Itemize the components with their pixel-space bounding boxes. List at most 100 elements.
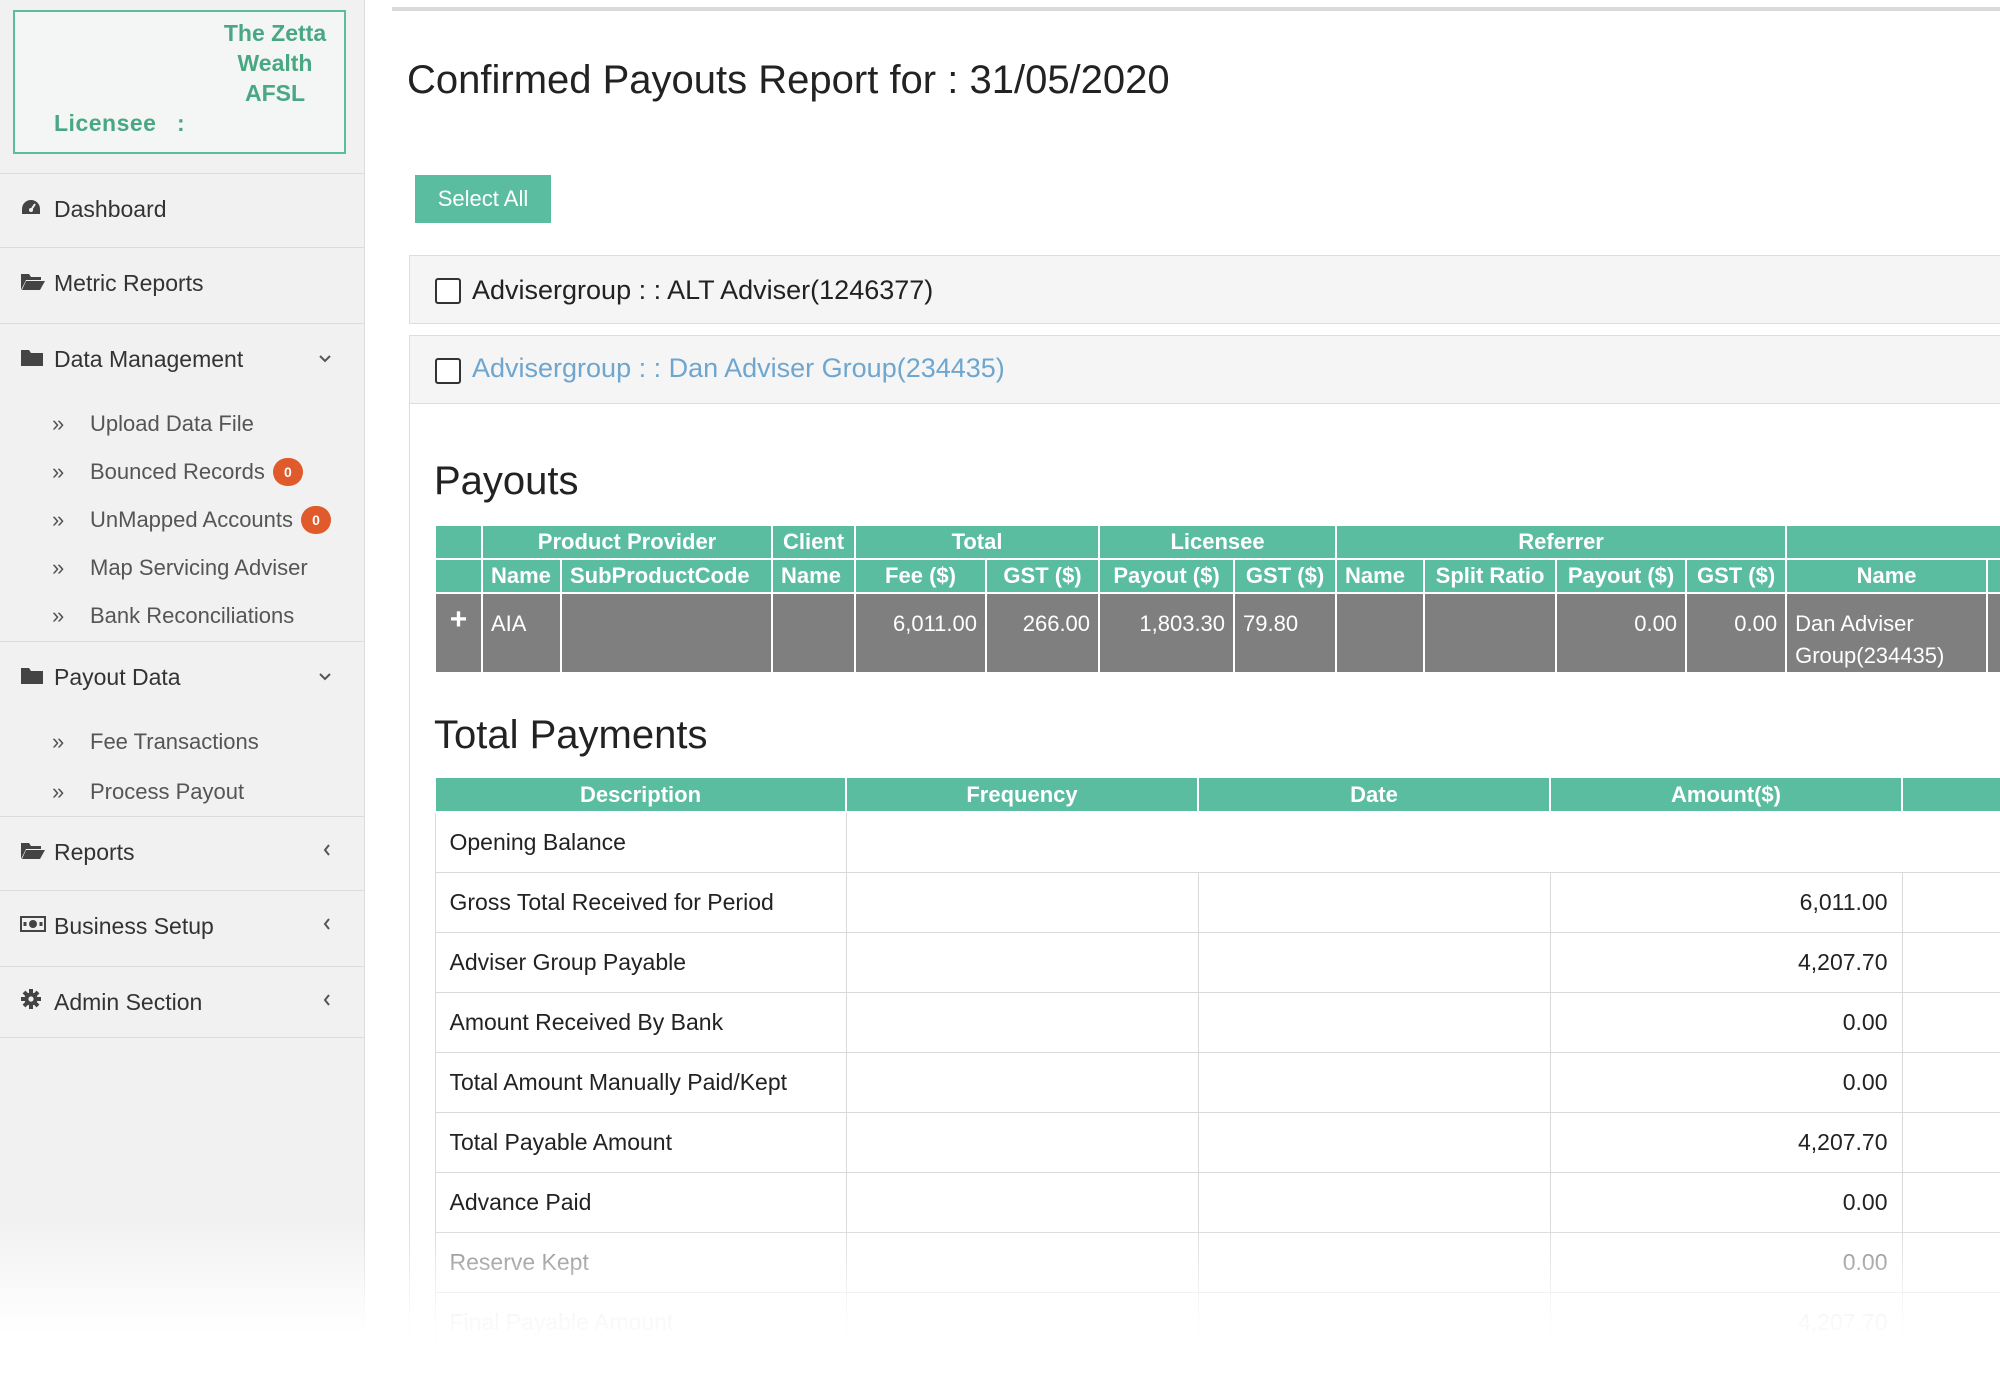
nav-label: Data Management bbox=[54, 346, 244, 372]
sub-bounced-records[interactable]: » Bounced Records 0 bbox=[0, 448, 364, 496]
header-group-total: Total bbox=[854, 524, 1101, 560]
expand-row-button[interactable]: + bbox=[434, 592, 483, 674]
sub-upload-data-file[interactable]: » Upload Data File bbox=[0, 400, 364, 448]
table-row: Final Payable Amount 4,207.70 bbox=[434, 1291, 2000, 1353]
page-title: Confirmed Payouts Report for : 31/05/202… bbox=[407, 58, 1170, 102]
nav-label: Business Setup bbox=[54, 913, 214, 939]
sub-label: Map Servicing Adviser bbox=[90, 555, 308, 580]
table-cell bbox=[1901, 1051, 2000, 1113]
provider-name-cell: AIA bbox=[481, 592, 562, 674]
table-cell bbox=[1901, 1171, 2000, 1233]
description-cell: Amount Received By Bank bbox=[434, 991, 847, 1053]
header-group-licensee: Licensee bbox=[1098, 524, 1338, 560]
sub-label: Process Payout bbox=[90, 779, 245, 804]
count-badge: 0 bbox=[272, 458, 303, 486]
gear-icon bbox=[20, 988, 46, 1016]
column-header: Name bbox=[1335, 558, 1426, 594]
table-row: Advance Paid 0.00 bbox=[434, 1171, 2000, 1233]
description-cell: Total Payable Amount bbox=[434, 1111, 847, 1173]
amount-cell: 4,207.70 bbox=[1549, 1111, 1903, 1173]
select-all-button[interactable]: Select All bbox=[415, 175, 551, 223]
double-chevron-right-icon: » bbox=[52, 555, 65, 580]
column-header: SubProductCode bbox=[559, 558, 774, 594]
chevron-down-icon bbox=[318, 669, 332, 687]
group-checkbox[interactable] bbox=[435, 278, 461, 304]
date-cell bbox=[1197, 1291, 1551, 1353]
double-chevron-right-icon: » bbox=[52, 507, 65, 532]
column-header: GST ($) bbox=[1685, 558, 1788, 594]
column-header: Frequency bbox=[845, 776, 1199, 813]
adviser-group-panel: Advisergroup : : Dan Adviser Group(23443… bbox=[409, 335, 2000, 404]
double-chevron-right-icon: » bbox=[52, 779, 65, 804]
folder-icon bbox=[20, 347, 46, 373]
payouts-table: Product Provider Client Total Licensee R… bbox=[434, 524, 2000, 674]
nav-admin-section[interactable]: Admin Section bbox=[0, 966, 364, 1038]
date-cell bbox=[1197, 991, 1551, 1053]
chevron-down-icon bbox=[318, 351, 332, 369]
sub-fee-transactions[interactable]: » Fee Transactions bbox=[0, 718, 364, 766]
folder-open-icon bbox=[20, 840, 46, 866]
table-cell bbox=[1901, 931, 2000, 993]
nav-label: Metric Reports bbox=[54, 270, 204, 296]
table-cell bbox=[1901, 991, 2000, 1053]
header-cell bbox=[434, 524, 483, 560]
date-cell bbox=[1197, 1171, 1551, 1233]
amount-cell: 4,207.70 bbox=[1549, 1291, 1903, 1353]
header-group-referrer: Referrer bbox=[1335, 524, 1788, 560]
sidebar: Licensee : The Zetta Wealth AFSL Dashboa… bbox=[0, 0, 365, 1330]
total-payments-table: Description Frequency Date Amount($) Ope… bbox=[434, 776, 2000, 1353]
nav-label: Admin Section bbox=[54, 988, 203, 1015]
total-payments-title: Total Payments bbox=[434, 713, 708, 757]
table-row: Adviser Group Payable 4,207.70 bbox=[434, 931, 2000, 993]
sub-bank-reconciliations[interactable]: » Bank Reconciliations bbox=[0, 592, 364, 640]
table-row: Total Amount Manually Paid/Kept 0.00 bbox=[434, 1051, 2000, 1113]
sub-unmapped-accounts[interactable]: » UnMapped Accounts 0 bbox=[0, 496, 364, 544]
sub-label: Bank Reconciliations bbox=[90, 603, 295, 628]
table-row: Total Payable Amount 4,207.70 bbox=[434, 1111, 2000, 1173]
nav-dashboard[interactable]: Dashboard bbox=[0, 173, 364, 245]
chevron-left-icon bbox=[322, 993, 332, 1012]
header-group-product-provider: Product Provider bbox=[480, 524, 774, 560]
description-cell: Total Amount Manually Paid/Kept bbox=[434, 1051, 847, 1113]
amount-cell: 4,207.70 bbox=[1549, 931, 1903, 993]
column-header: Amount($) bbox=[1549, 776, 1903, 813]
table-row: Reserve Kept 0.00 bbox=[434, 1231, 2000, 1293]
header-cell bbox=[1986, 558, 2000, 594]
licensee-colon: : bbox=[177, 110, 185, 136]
sub-product-code-cell bbox=[559, 592, 774, 674]
description-cell: Advance Paid bbox=[434, 1171, 847, 1233]
date-cell bbox=[1197, 871, 1551, 933]
table-row: Gross Total Received for Period 6,011.00 bbox=[434, 871, 2000, 933]
header-group-client: Client bbox=[771, 524, 857, 560]
nav-data-management[interactable]: Data Management bbox=[0, 323, 364, 395]
nav-payout-data[interactable]: Payout Data bbox=[0, 641, 364, 713]
payouts-title: Payouts bbox=[434, 459, 579, 503]
frequency-cell bbox=[845, 871, 1199, 933]
nav-metric-reports[interactable]: Metric Reports bbox=[0, 247, 364, 319]
column-header: Description bbox=[434, 776, 847, 813]
nav-business-setup[interactable]: Business Setup bbox=[0, 890, 364, 962]
folder-icon bbox=[20, 665, 46, 691]
description-cell: Gross Total Received for Period bbox=[434, 871, 847, 933]
chevron-left-icon bbox=[322, 843, 332, 862]
group-link[interactable]: Advisergroup : : Dan Adviser Group(23443… bbox=[472, 353, 1005, 384]
double-chevron-right-icon: » bbox=[52, 603, 65, 628]
table-cell bbox=[1901, 1291, 2000, 1353]
licensee-payout-cell: 1,803.30 bbox=[1098, 592, 1236, 674]
dashboard-icon bbox=[20, 198, 46, 222]
licensee-name: The Zetta Wealth AFSL bbox=[223, 20, 327, 106]
sub-process-payout[interactable]: » Process Payout bbox=[0, 768, 364, 816]
sub-map-servicing-adviser[interactable]: » Map Servicing Adviser bbox=[0, 544, 364, 592]
group-checkbox[interactable] bbox=[435, 358, 461, 384]
nav-reports[interactable]: Reports bbox=[0, 816, 364, 888]
licensee-gst-cell: 79.80 bbox=[1233, 592, 1338, 674]
sub-label: Upload Data File bbox=[90, 411, 254, 436]
column-header: Payout ($) bbox=[1098, 558, 1236, 594]
date-cell bbox=[1197, 1111, 1551, 1173]
frequency-cell bbox=[845, 1231, 1199, 1293]
date-cell bbox=[1197, 1051, 1551, 1113]
column-header: Date bbox=[1197, 776, 1551, 813]
table-cell bbox=[1901, 1111, 2000, 1173]
date-cell bbox=[1197, 1231, 1551, 1293]
table-row: Amount Received By Bank 0.00 bbox=[434, 991, 2000, 1053]
